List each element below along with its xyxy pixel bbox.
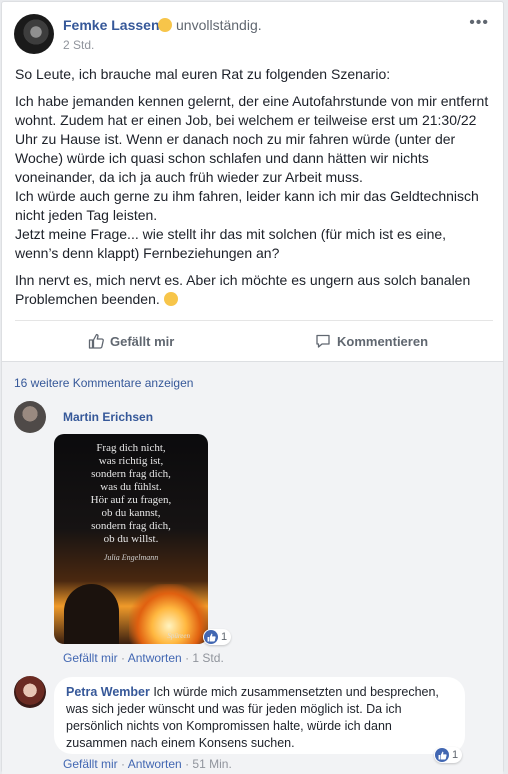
feeling-status: unvollständig. (158, 17, 262, 33)
comment-meta: Gefällt mir · Antworten · 1 Std. (63, 651, 224, 665)
image-signature: Julia Engelmann (103, 553, 159, 562)
image-quote: Frag dich nicht, was richtig ist, sonder… (90, 442, 172, 545)
image-watermark: Spüreen (167, 632, 190, 640)
reaction-number: 1 (221, 631, 228, 643)
comment-icon (316, 334, 330, 348)
separator: · (121, 651, 126, 665)
separator: · (185, 651, 190, 665)
post-timestamp[interactable]: 2 Std. (63, 38, 94, 52)
image-silhouette (64, 584, 119, 644)
reaction-count[interactable]: 1 (203, 629, 232, 645)
comment-meta: Gefällt mir · Antworten · 51 Min. (63, 757, 232, 771)
author-avatar[interactable] (14, 14, 54, 54)
feeling-emoji-icon (158, 18, 172, 32)
comment-reply-link[interactable]: Antworten (128, 651, 182, 665)
separator: · (121, 757, 126, 771)
divider (15, 320, 493, 321)
post-body: So Leute, ich brauche mal euren Rat zu f… (15, 65, 493, 317)
post-paragraph: So Leute, ich brauche mal euren Rat zu f… (15, 66, 391, 82)
comment-reply-link[interactable]: Antworten (128, 757, 182, 771)
commenter-avatar[interactable] (14, 676, 46, 708)
comment-like-link[interactable]: Gefällt mir (63, 757, 118, 771)
comment-time[interactable]: 51 Min. (192, 757, 231, 771)
like-button-label: Gefällt mir (110, 333, 175, 349)
like-reaction-icon (204, 630, 218, 644)
commenter-avatar[interactable] (14, 401, 46, 433)
post-card: Femke Lassen unvollständig. 2 Std. ••• S… (1, 1, 504, 774)
commenter-name[interactable]: Petra Wember (66, 685, 150, 699)
reaction-number: 1 (452, 749, 459, 761)
comment-bubble: Petra Wember Ich würde mich zusammensetz… (54, 677, 465, 754)
like-button[interactable]: Gefällt mir (88, 333, 174, 349)
comment-like-link[interactable]: Gefällt mir (63, 651, 118, 665)
comment-button-label: Kommentieren (337, 333, 429, 349)
like-reaction-icon (435, 748, 449, 762)
thumbs-up-icon (88, 333, 104, 349)
reaction-count[interactable]: 1 (434, 747, 463, 763)
comment-time[interactable]: 1 Std. (192, 651, 223, 665)
post-paragraph: Ihn nervt es, mich nervt es. Aber ich mö… (15, 272, 471, 307)
separator: · (185, 757, 190, 771)
post-paragraph: Ich habe jemanden kennen gelernt, der ei… (15, 93, 489, 261)
more-comments-link[interactable]: 16 weitere Kommentare anzeigen (14, 376, 193, 390)
commenter-name[interactable]: Martin Erichsen (63, 410, 153, 424)
comment-button[interactable]: Kommentieren (315, 333, 428, 349)
feeling-text: unvollständig. (176, 17, 262, 33)
post-author[interactable]: Femke Lassen (63, 17, 160, 33)
rolling-eyes-emoji-icon (163, 292, 178, 306)
comment-image[interactable]: Frag dich nicht, was richtig ist, sonder… (54, 434, 208, 644)
ellipsis-icon[interactable]: ••• (469, 14, 489, 32)
